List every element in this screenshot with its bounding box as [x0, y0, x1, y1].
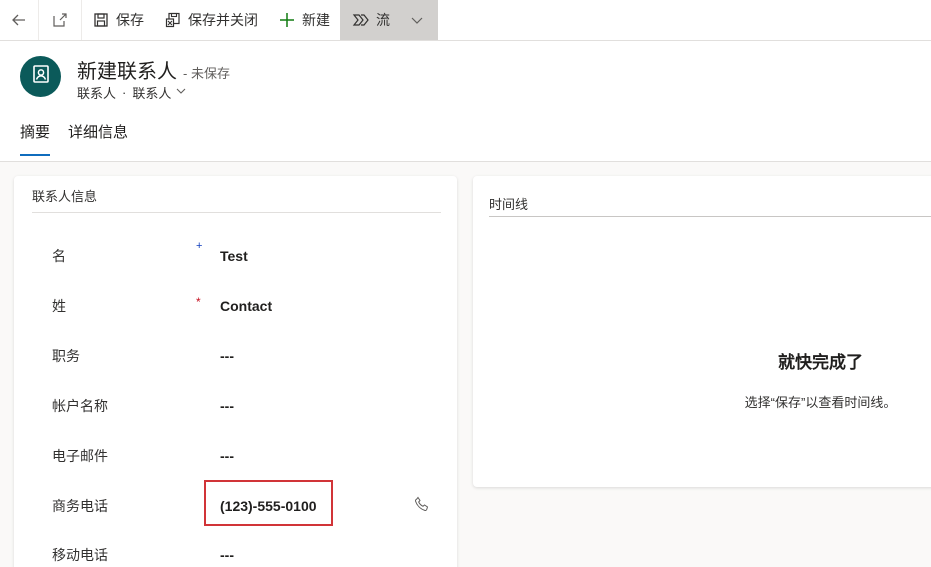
save-icon — [92, 11, 110, 29]
first-name-input[interactable]: Test — [220, 248, 248, 264]
field-label: 姓 — [52, 298, 66, 314]
business-phone-input[interactable]: (123)-555-0100 — [220, 498, 317, 514]
email-input[interactable]: --- — [220, 448, 234, 464]
divider — [32, 212, 441, 213]
contact-info-section: 联系人信息 名 + Test 姓 * Contact 职务 --- 帐户名称 -… — [14, 176, 457, 567]
field-label: 商务电话 — [52, 498, 108, 514]
save-status: - 未保存 — [183, 66, 230, 81]
field-job-title: 职务 --- — [14, 346, 457, 396]
timeline-title: 时间线 — [489, 197, 529, 212]
phone-icon[interactable] — [414, 496, 430, 512]
popout-button[interactable] — [39, 0, 81, 40]
last-name-input[interactable]: Contact — [220, 298, 272, 314]
field-label: 职务 — [52, 348, 80, 364]
separator-dot: · — [122, 85, 127, 100]
mobile-phone-input[interactable]: --- — [220, 547, 234, 563]
command-bar: 保存 保存并关闭 新建 流 — [0, 0, 931, 41]
save-button[interactable]: 保存 — [82, 0, 154, 40]
popout-icon — [51, 11, 69, 29]
plus-icon — [278, 11, 296, 29]
job-title-input[interactable]: --- — [220, 348, 234, 364]
new-button[interactable]: 新建 — [268, 0, 340, 40]
timeline-empty-message: 选择“保存”以查看时间线。 — [744, 395, 897, 410]
recommended-indicator: + — [196, 240, 203, 252]
save-label: 保存 — [116, 12, 144, 28]
field-label: 名 — [52, 248, 66, 264]
back-arrow-icon — [10, 11, 28, 29]
timeline-section: 时间线 就快完成了 选择“保存”以查看时间线。 — [473, 176, 931, 487]
tab-details[interactable]: 详细信息 — [68, 121, 128, 156]
field-account-name: 帐户名称 --- — [14, 396, 457, 446]
field-label: 移动电话 — [52, 547, 108, 563]
account-name-input[interactable]: --- — [220, 398, 234, 414]
field-label: 电子邮件 — [52, 448, 108, 464]
divider — [489, 216, 931, 217]
field-mobile-phone: 移动电话 --- — [14, 545, 457, 567]
flow-button[interactable]: 流 — [340, 0, 438, 40]
new-label: 新建 — [302, 12, 330, 28]
field-last-name: 姓 * Contact — [14, 295, 457, 346]
save-close-icon — [164, 11, 182, 29]
tab-summary[interactable]: 摘要 — [20, 121, 51, 156]
field-label: 帐户名称 — [52, 398, 108, 414]
back-button[interactable] — [0, 0, 38, 40]
field-first-name: 名 + Test — [14, 240, 457, 296]
timeline-empty-heading: 就快完成了 — [778, 353, 863, 372]
save-and-close-label: 保存并关闭 — [188, 12, 258, 28]
flow-icon — [352, 11, 370, 29]
form-selector[interactable]: 联系人 — [132, 83, 187, 102]
form-name: 联系人 — [132, 86, 172, 101]
tab-list: 摘要 详细信息 — [20, 121, 128, 156]
chevron-down-icon — [408, 11, 426, 29]
flow-label: 流 — [376, 12, 390, 28]
save-and-close-button[interactable]: 保存并关闭 — [154, 0, 268, 40]
chevron-down-icon — [175, 85, 187, 100]
entity-type: 联系人 — [77, 86, 117, 101]
form-header: 新建联系人 - 未保存 联系人 · 联系人 摘要 详细信息 — [0, 41, 931, 162]
required-indicator: * — [196, 295, 201, 309]
avatar — [20, 56, 61, 97]
field-business-phone: 商务电话 (123)-555-0100 — [14, 480, 457, 546]
contact-card-icon — [31, 64, 51, 89]
page-title: 新建联系人 — [77, 61, 177, 83]
section-title: 联系人信息 — [32, 189, 98, 204]
